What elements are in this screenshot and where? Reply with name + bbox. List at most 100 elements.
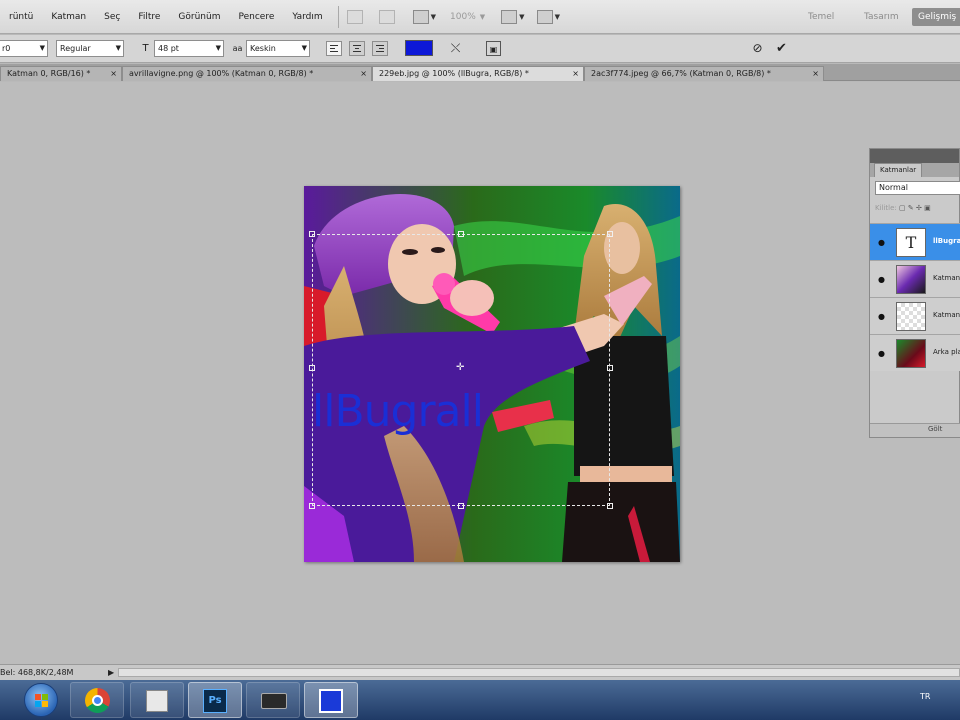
menu-yardim[interactable]: Yardım [283, 12, 331, 22]
eye-icon[interactable]: ● [878, 275, 885, 284]
taskbar-chrome[interactable] [70, 682, 124, 718]
camera-icon [261, 693, 287, 709]
workspace-temel[interactable]: Temel [808, 8, 834, 26]
start-button[interactable] [24, 683, 58, 717]
font-family-value: r0 [2, 44, 11, 53]
antialias-icon: aa [232, 44, 243, 53]
resize-handle[interactable] [458, 231, 464, 237]
lock-all-icon[interactable]: ▣ [924, 204, 931, 212]
layer-row-katman-2[interactable]: ● Katman 2 [870, 260, 960, 297]
antialias-select[interactable]: Keskin ▼ [246, 40, 310, 57]
taskbar-camera[interactable] [246, 682, 300, 718]
screen-mode-icon[interactable] [536, 9, 553, 24]
eye-icon[interactable]: ● [878, 238, 885, 247]
resize-handle[interactable] [607, 231, 613, 237]
close-icon[interactable]: × [812, 67, 819, 80]
menu-filtre[interactable]: Filtre [129, 12, 169, 22]
layer-thumbnail: T [896, 228, 926, 257]
commit-check-icon[interactable]: ✔ [774, 41, 789, 56]
menu-pencere[interactable]: Pencere [229, 12, 283, 22]
mini-bridge-icon[interactable] [378, 9, 395, 24]
character-panel-icon[interactable]: ▣ [486, 41, 501, 56]
chevron-down-icon[interactable]: ▼ [431, 13, 436, 21]
tab-layers[interactable]: Katmanlar [874, 163, 923, 177]
lock-transparency-icon[interactable]: ▢ [899, 204, 906, 212]
blend-mode-select[interactable]: Normal [875, 181, 960, 195]
horizontal-scrollbar[interactable] [118, 668, 960, 677]
resize-handle[interactable] [309, 365, 315, 371]
document-canvas[interactable]: llBugrall ✛ [304, 186, 680, 562]
menu-gorunum-partial[interactable]: rüntü [0, 12, 42, 22]
font-size-select[interactable]: 48 pt ▼ [154, 40, 224, 57]
chevron-down-icon[interactable]: ▼ [480, 13, 485, 21]
resize-handle[interactable] [309, 503, 315, 509]
menu-gorunum[interactable]: Görünüm [169, 12, 229, 22]
layer-row-background[interactable]: ● Arka plan [870, 334, 960, 371]
crosshair-icon: ✛ [456, 362, 465, 373]
tab-document-4[interactable]: 2ac3f774.jpeg @ 66,7% (Katman 0, RGB/8) … [584, 66, 824, 81]
eye-icon[interactable]: ● [878, 349, 885, 358]
options-bar: r0 ▼ Regular ▼ T 48 pt ▼ aa Keskin ▼ ⤬ ▣… [0, 35, 960, 63]
chevron-down-icon: ▼ [39, 44, 45, 52]
close-icon[interactable]: × [360, 67, 367, 80]
lock-pixels-icon[interactable]: ✎ [908, 204, 914, 212]
tab-document-2[interactable]: avrillavigne.png @ 100% (Katman 0, RGB/8… [122, 66, 372, 81]
lock-position-icon[interactable]: ✢ [916, 204, 922, 212]
taskbar-photoshop[interactable]: Ps [188, 682, 242, 718]
chevron-down-icon: ▼ [115, 44, 121, 52]
menu-katman[interactable]: Katman [42, 12, 95, 22]
align-center-button[interactable] [349, 41, 365, 56]
chevron-down-icon[interactable]: ▼ [555, 13, 560, 21]
resize-handle[interactable] [607, 503, 613, 509]
cancel-icon[interactable]: ⊘ [750, 41, 765, 56]
layer-name[interactable]: Katman 2 [933, 274, 960, 282]
taskbar-explorer[interactable] [130, 682, 184, 718]
language-indicator[interactable]: TR [920, 692, 930, 701]
close-icon[interactable]: × [572, 67, 579, 80]
text-bounding-box[interactable]: ✛ [309, 231, 613, 509]
layers-panel: Katmanlar Normal Kilitle: ▢ ✎ ✢ ▣ ● T ll… [869, 148, 960, 438]
workspace-tasarim[interactable]: Tasarım [864, 8, 899, 26]
close-icon[interactable]: × [110, 67, 117, 80]
menu-bar: rüntü Katman Seç Filtre Görünüm Pencere … [0, 0, 960, 34]
chevron-down-icon: ▼ [301, 44, 307, 52]
windows-logo-icon [35, 694, 49, 708]
font-family-select[interactable]: r0 ▼ [0, 40, 48, 57]
resize-handle[interactable] [458, 503, 464, 509]
bridge-icon[interactable] [346, 9, 363, 24]
windows-taskbar: Ps TR [0, 680, 960, 720]
layer-row-katman-1[interactable]: ● Katman 1 [870, 297, 960, 334]
chrome-icon [85, 688, 110, 713]
align-right-button[interactable] [372, 41, 388, 56]
tab-document-3[interactable]: 229eb.jpg @ 100% (llBugra, RGB/8) * × [372, 66, 584, 81]
taskbar-screen-recorder[interactable] [304, 682, 358, 718]
tab-label: 229eb.jpg @ 100% (llBugra, RGB/8) * [379, 69, 529, 78]
document-size[interactable]: Bel: 468,8K/2,48M [0, 665, 73, 680]
layer-row-text[interactable]: ● T llBugra [870, 223, 960, 260]
status-bar: Bel: 468,8K/2,48M ▶ [0, 664, 960, 680]
text-layer-icon: T [905, 233, 917, 252]
layer-name[interactable]: Katman 1 [933, 311, 960, 319]
layer-name[interactable]: Arka plan [933, 348, 960, 356]
layers-footer: Gölt [870, 423, 960, 437]
view-extras-icon[interactable] [412, 9, 429, 24]
zoom-level[interactable]: 100% [450, 12, 476, 22]
arrange-documents-icon[interactable] [501, 9, 518, 24]
resize-handle[interactable] [309, 231, 315, 237]
tab-document-1[interactable]: Katman 0, RGB/16) * × [0, 66, 122, 81]
footer-label[interactable]: Gölt [928, 425, 942, 433]
text-color-swatch[interactable] [405, 40, 433, 56]
align-left-button[interactable] [326, 41, 342, 56]
chevron-down-icon[interactable]: ▼ [519, 13, 524, 21]
eye-icon[interactable]: ● [878, 312, 885, 321]
resize-handle[interactable] [607, 365, 613, 371]
font-style-select[interactable]: Regular ▼ [56, 40, 124, 57]
layer-thumbnail [896, 265, 926, 294]
menu-sec[interactable]: Seç [95, 12, 129, 22]
layer-name[interactable]: llBugra [933, 237, 960, 245]
workspace-gelismis[interactable]: Gelişmiş [912, 8, 960, 26]
play-arrow-icon[interactable]: ▶ [108, 665, 114, 680]
panel-header[interactable] [870, 149, 959, 163]
warp-text-icon[interactable]: ⤬ [448, 41, 463, 56]
document-tab-bar: Katman 0, RGB/16) * × avrillavigne.png @ … [0, 64, 960, 81]
